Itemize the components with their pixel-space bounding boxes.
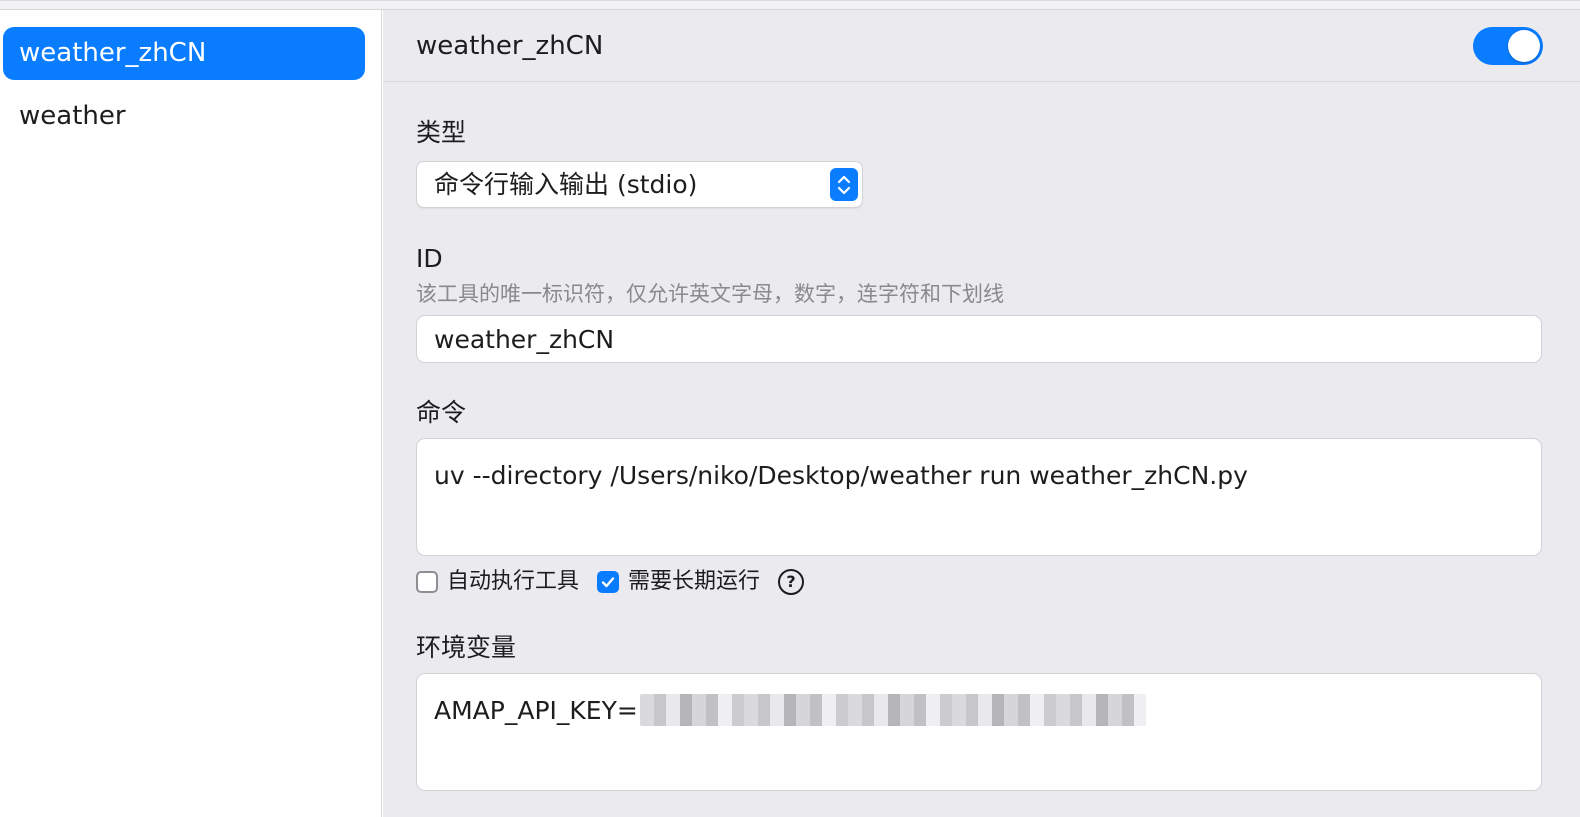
toggle-knob bbox=[1508, 30, 1540, 62]
env-label: 环境变量 bbox=[416, 633, 517, 662]
sidebar-item-weather[interactable]: weather bbox=[3, 90, 365, 143]
help-icon[interactable]: ? bbox=[778, 569, 805, 595]
id-label: ID bbox=[416, 244, 443, 273]
long-running-option[interactable]: 需要长期运行 bbox=[597, 567, 760, 597]
command-label: 命令 bbox=[416, 398, 467, 427]
checkmark-icon bbox=[601, 577, 615, 588]
id-input[interactable]: weather_zhCN bbox=[416, 315, 1542, 363]
page-title: weather_zhCN bbox=[416, 31, 604, 61]
window: weather_zhCN weather weather_zhCN 类型 命令行… bbox=[0, 0, 1580, 817]
detail-panel: weather_zhCN 类型 命令行输入输出 (stdio) ID 该工具的唯… bbox=[383, 10, 1580, 817]
long-running-checkbox[interactable] bbox=[597, 571, 620, 593]
detail-header: weather_zhCN bbox=[383, 10, 1580, 82]
type-select-value: 命令行输入输出 (stdio) bbox=[434, 170, 698, 199]
auto-execute-checkbox[interactable] bbox=[416, 571, 438, 593]
env-textarea[interactable]: AMAP_API_KEY= bbox=[416, 673, 1542, 791]
auto-execute-option[interactable]: 自动执行工具 bbox=[416, 567, 579, 597]
env-value: AMAP_API_KEY= bbox=[434, 694, 1146, 728]
redacted-value bbox=[639, 694, 1146, 726]
enable-toggle[interactable] bbox=[1473, 27, 1543, 65]
sidebar-item-label: weather bbox=[19, 101, 126, 131]
auto-execute-label: 自动执行工具 bbox=[447, 569, 580, 594]
type-label: 类型 bbox=[416, 118, 467, 147]
command-value: uv --directory /Users/niko/Desktop/weath… bbox=[434, 461, 1248, 490]
id-hint: 该工具的唯一标识符，仅允许英文字母，数字，连字符和下划线 bbox=[416, 282, 1004, 306]
sidebar-item-weather-zhcn[interactable]: weather_zhCN bbox=[3, 27, 365, 80]
type-select[interactable]: 命令行输入输出 (stdio) bbox=[416, 161, 863, 208]
env-key: AMAP_API_KEY= bbox=[434, 696, 638, 725]
long-running-label: 需要长期运行 bbox=[628, 569, 761, 594]
sidebar: weather_zhCN weather bbox=[0, 10, 382, 817]
chevron-updown-icon bbox=[830, 168, 858, 201]
id-input-value: weather_zhCN bbox=[434, 325, 615, 354]
sidebar-item-label: weather_zhCN bbox=[19, 38, 207, 68]
command-options: 自动执行工具 需要长期运行 ? bbox=[416, 566, 805, 598]
top-strip bbox=[0, 1, 1580, 10]
command-textarea[interactable]: uv --directory /Users/niko/Desktop/weath… bbox=[416, 438, 1542, 556]
